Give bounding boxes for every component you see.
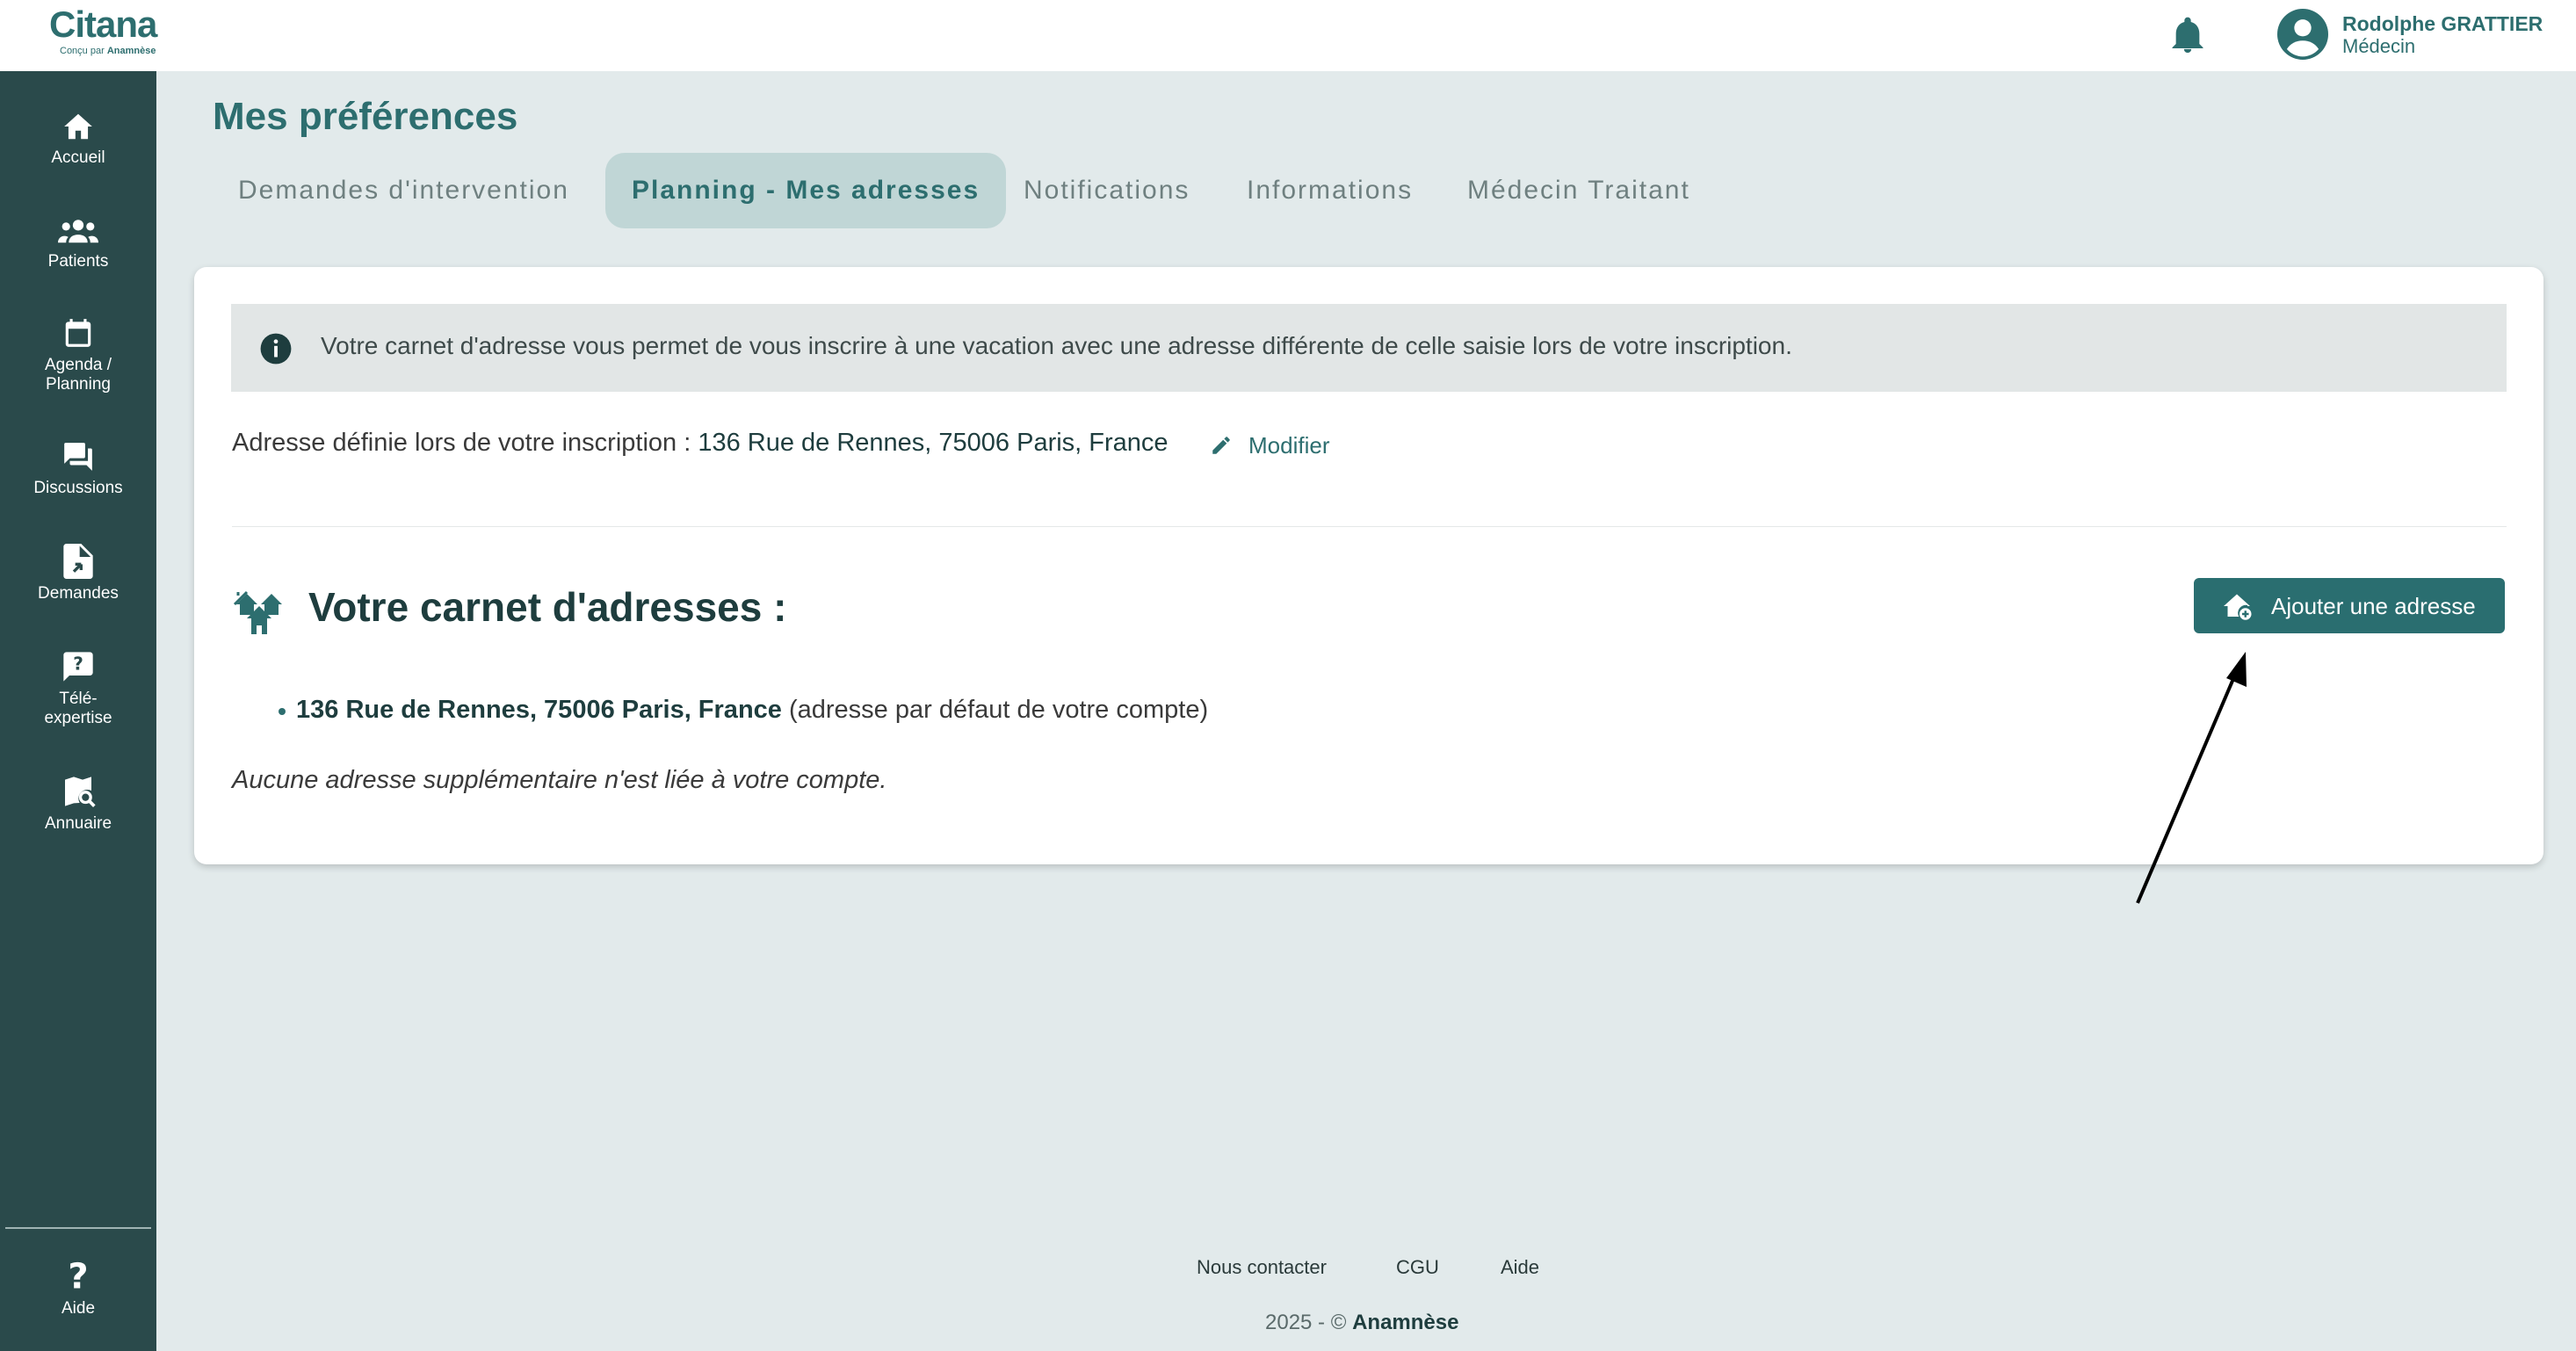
registration-address-label: Adresse définie lors de votre inscriptio… — [232, 429, 691, 457]
user-name[interactable]: Rodolphe GRATTIER — [2342, 12, 2543, 36]
top-bar: Citana Conçu par Anamnèse Rodolphe GRATT… — [0, 0, 2576, 71]
calendar-icon — [65, 319, 91, 347]
copyright: 2025 - © Anamnèse — [1265, 1311, 1459, 1334]
default-address: 136 Rue de Rennes, 75006 Paris, France — [296, 696, 782, 724]
document-icon — [63, 544, 93, 579]
map-search-icon — [65, 777, 96, 807]
add-home-icon — [2224, 594, 2252, 620]
sidebar-nav: Accueil Patients Agenda / Planning Discu… — [0, 71, 156, 1351]
tab-planning-adresses[interactable]: Planning - Mes adresses — [605, 153, 1007, 228]
user-role: Médecin — [2342, 35, 2416, 57]
sidebar-item-label: Agenda / Planning — [44, 356, 112, 394]
user-avatar-icon[interactable] — [2277, 9, 2328, 60]
address-book-title: Votre carnet d'adresses : — [308, 584, 787, 630]
sidebar-item-label: Télé-expertise — [44, 690, 112, 727]
sidebar-item-label: Annuaire — [44, 814, 112, 833]
tab-notifications[interactable]: Notifications — [1024, 153, 1190, 228]
info-banner: Votre carnet d'adresse vous permet de vo… — [231, 304, 2507, 392]
sidebar-item-label: Aide — [61, 1299, 96, 1318]
list-bullet — [279, 708, 286, 715]
sidebar-item-discussions[interactable]: Discussions — [0, 440, 156, 498]
sidebar-item-annuaire[interactable]: Annuaire — [0, 774, 156, 834]
citana-logo[interactable]: Citana Conçu par Anamnèse — [49, 4, 163, 56]
logo-wordmark: Citana — [49, 4, 157, 45]
add-address-label: Ajouter une adresse — [2271, 593, 2476, 619]
sidebar-item-demandes[interactable]: Demandes — [0, 544, 156, 603]
sidebar-item-tele-expertise[interactable]: ? Télé-expertise — [0, 649, 156, 728]
default-address-note: (adresse par défaut de votre compte) — [788, 696, 1209, 724]
svg-text:?: ? — [73, 653, 83, 674]
registration-address: Adresse définie lors de votre inscriptio… — [232, 429, 1169, 458]
footer-link-aide[interactable]: Aide — [1501, 1256, 1539, 1279]
tab-informations[interactable]: Informations — [1247, 153, 1413, 228]
logo-tagline: Conçu par Anamnèse — [60, 46, 156, 56]
question-bubble-icon: ? — [63, 652, 93, 682]
list-item: 136 Rue de Rennes, 75006 Paris, France (… — [279, 696, 1209, 725]
sidebar-item-label: Discussions — [33, 479, 123, 497]
tab-medecin-traitant[interactable]: Médecin Traitant — [1467, 153, 1690, 228]
no-extra-addresses-note: Aucune adresse supplémentaire n'est liée… — [232, 766, 887, 794]
tab-demandes-intervention[interactable]: Demandes d'intervention — [238, 153, 569, 228]
sidebar-item-agenda[interactable]: Agenda / Planning — [0, 315, 156, 394]
chat-icon — [64, 443, 92, 471]
sidebar-item-label: Accueil — [51, 148, 105, 167]
sidebar-item-patients[interactable]: Patients — [0, 217, 156, 271]
sidebar-item-aide[interactable]: ? Aide — [0, 1259, 156, 1318]
sidebar-item-accueil[interactable]: Accueil — [0, 110, 156, 168]
modify-label: Modifier — [1248, 432, 1330, 459]
info-icon — [260, 333, 292, 365]
houses-icon — [233, 590, 282, 634]
home-icon — [64, 113, 92, 140]
page-title: Mes préférences — [213, 95, 518, 138]
sidebar-divider — [5, 1227, 151, 1229]
registration-address-value: 136 Rue de Rennes, 75006 Paris, France — [698, 429, 1169, 457]
sidebar-item-label: Patients — [47, 252, 109, 271]
svg-text:?: ? — [68, 1259, 88, 1294]
section-divider — [232, 526, 2507, 527]
users-icon — [58, 220, 98, 243]
notifications-bell-icon[interactable] — [2170, 16, 2205, 54]
sidebar-item-label: Demandes — [38, 584, 119, 603]
info-text: Votre carnet d'adresse vous permet de vo… — [321, 332, 1792, 359]
footer-link-cgu[interactable]: CGU — [1396, 1256, 1439, 1279]
footer-link-contact[interactable]: Nous contacter — [1197, 1256, 1327, 1279]
add-address-button[interactable]: Ajouter une adresse — [2194, 578, 2505, 633]
pencil-icon — [1212, 437, 1230, 454]
help-question-icon: ? — [68, 1259, 88, 1294]
annotation-arrow — [2136, 652, 2247, 904]
